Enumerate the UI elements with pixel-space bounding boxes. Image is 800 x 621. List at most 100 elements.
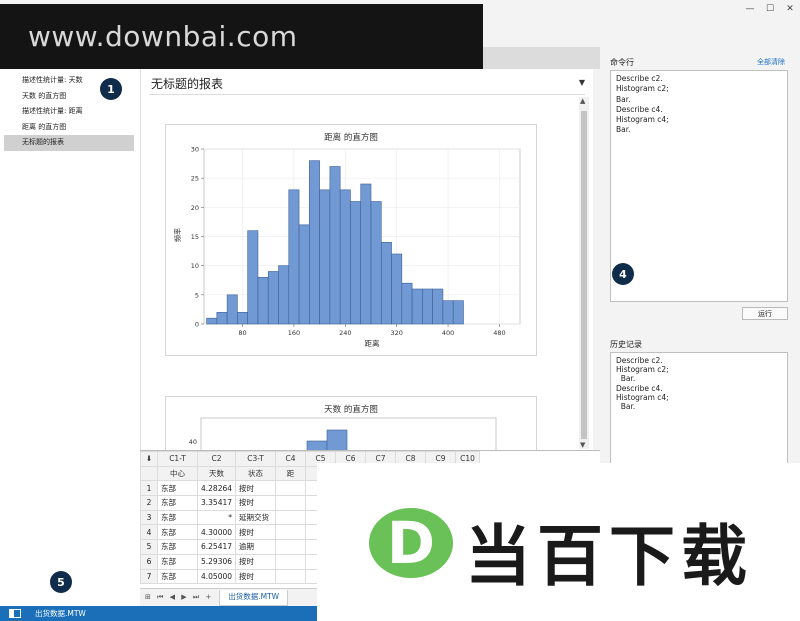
table-cell[interactable] <box>275 553 307 570</box>
table-cell[interactable]: 东部 <box>157 524 198 541</box>
histogram-bar <box>226 294 238 325</box>
output-pane: 无标题的报表 ▼ ▲ ▼ 距离 的直方图 频率 距离 0 5 10 15 20 25 30 8… <box>140 69 593 462</box>
sheet-tab-shipping-data[interactable]: 出货数据.MTW <box>219 589 289 606</box>
nav-item-untitled-report[interactable]: 无标题的报表 <box>4 135 134 151</box>
histogram-bar <box>319 189 331 325</box>
table-cell[interactable]: 按时 <box>235 568 277 585</box>
history-line[interactable]: Describe c4. <box>616 384 782 393</box>
y-tick-label: 25 <box>191 175 199 183</box>
y-tick-label: 40 <box>189 438 197 446</box>
scroll-down-icon[interactable]: ▼ <box>580 441 585 449</box>
history-line[interactable]: Histogram c4; <box>616 393 782 402</box>
app-window: — ☐ ✕ www.downbai.com 描述性统计量: 天数 天数 的直方图… <box>0 0 800 621</box>
x-tick-label: 320 <box>390 329 402 337</box>
table-cell[interactable]: 按时 <box>235 480 277 497</box>
table-cell[interactable]: 3.35417 <box>196 495 237 511</box>
row-number[interactable]: 4 <box>140 524 158 541</box>
table-cell[interactable]: 东部 <box>157 553 198 570</box>
table-cell[interactable] <box>275 509 307 526</box>
row-number[interactable]: 7 <box>140 568 158 585</box>
close-icon[interactable]: ✕ <box>780 0 800 18</box>
table-cell[interactable]: 按时 <box>235 495 277 511</box>
row-number[interactable]: 3 <box>140 509 158 526</box>
command-line-input[interactable]: Describe c2. Histogram c2; Bar. Describe… <box>610 70 788 302</box>
maximize-icon[interactable]: ☐ <box>760 0 780 18</box>
table-cell[interactable] <box>275 524 307 541</box>
column-id-header[interactable]: C1-T <box>157 451 198 467</box>
histogram-bar <box>370 201 382 325</box>
column-name-header[interactable]: 天数 <box>196 465 237 482</box>
row-number[interactable]: 5 <box>140 539 158 555</box>
histogram-bar <box>257 277 269 325</box>
histogram-bar <box>247 230 259 325</box>
table-cell[interactable]: 按时 <box>235 553 277 570</box>
panel-toggle-icon[interactable] <box>9 609 21 618</box>
report-dropdown-icon[interactable]: ▼ <box>579 78 585 87</box>
history-line[interactable]: Histogram c2; <box>616 365 782 374</box>
table-cell[interactable]: * <box>196 509 237 526</box>
window-controls: — ☐ ✕ <box>740 0 800 18</box>
column-id-header[interactable]: C4 <box>275 451 307 467</box>
x-tick-label: 160 <box>288 329 300 337</box>
worksheet-corner-icon[interactable]: ⬇ <box>140 451 158 467</box>
history-line[interactable]: Bar. <box>616 374 782 383</box>
table-cell[interactable]: 东部 <box>157 568 198 585</box>
histogram-bar <box>391 253 403 325</box>
histogram-bar <box>216 312 228 325</box>
scroll-up-icon[interactable]: ▲ <box>580 97 585 105</box>
table-cell[interactable] <box>275 539 307 555</box>
histogram-bar <box>206 317 218 325</box>
histogram-bar <box>350 201 362 325</box>
x-tick-label: 400 <box>442 329 454 337</box>
table-cell[interactable] <box>275 568 307 585</box>
row-number[interactable]: 6 <box>140 553 158 570</box>
row-number[interactable]: 1 <box>140 480 158 497</box>
table-cell[interactable]: 5.29306 <box>196 553 237 570</box>
table-cell[interactable] <box>275 495 307 511</box>
nav-item-describe-distance[interactable]: 描述性统计量: 距离 <box>4 104 134 120</box>
chart-title: 天数 的直方图 <box>324 404 378 415</box>
report-title: 无标题的报表 <box>151 77 224 91</box>
nav-item-hist-distance[interactable]: 距离 的直方图 <box>4 120 134 136</box>
callout-badge-4: 4 <box>612 263 634 285</box>
table-cell[interactable]: 东部 <box>157 495 198 511</box>
table-cell[interactable]: 东部 <box>157 509 198 526</box>
history-line[interactable]: Describe c2. <box>616 356 782 365</box>
tab-navigation-icons[interactable]: ⊞ ⏮ ◀ ▶ ⏭ + <box>145 593 213 602</box>
table-cell[interactable]: 延期交货 <box>235 509 277 526</box>
history-label: 历史记录 <box>610 340 642 349</box>
minimize-icon[interactable]: — <box>740 0 760 18</box>
histogram-bar <box>329 166 341 325</box>
table-cell[interactable]: 逾期 <box>235 539 277 555</box>
x-tick-label: 480 <box>493 329 505 337</box>
x-tick-label: 80 <box>238 329 246 337</box>
run-button[interactable]: 运行 <box>742 307 788 320</box>
scroll-thumb[interactable] <box>581 111 587 439</box>
table-cell[interactable]: 6.25417 <box>196 539 237 555</box>
output-scrollbar[interactable]: ▲ ▼ <box>579 97 589 449</box>
table-cell[interactable]: 4.30000 <box>196 524 237 541</box>
column-name-header[interactable]: 中心 <box>157 465 198 482</box>
histogram-bar <box>339 189 351 325</box>
histogram-bar <box>237 312 248 325</box>
table-cell[interactable]: 4.05000 <box>196 568 237 585</box>
histogram-distance-svg: 距离 的直方图 频率 距离 0 5 10 15 20 25 30 80 160 240 320 400… <box>173 132 521 348</box>
histogram-bar <box>432 288 444 325</box>
y-tick-label: 30 <box>191 146 199 154</box>
history-list[interactable]: Describe c2. Histogram c2; Bar. Describe… <box>610 352 788 470</box>
y-tick-label: 10 <box>191 262 199 270</box>
table-cell[interactable]: 东部 <box>157 539 198 555</box>
table-cell[interactable]: 4.28264 <box>196 480 237 497</box>
column-id-header[interactable]: C3-T <box>235 451 277 467</box>
clear-all-link[interactable]: 全部清除 <box>757 57 785 67</box>
x-tick-label: 240 <box>339 329 351 337</box>
table-cell[interactable] <box>275 480 307 497</box>
history-line[interactable]: Bar. <box>616 402 782 411</box>
column-name-header[interactable]: 状态 <box>235 465 277 482</box>
column-name-header[interactable]: 距 <box>275 465 307 482</box>
row-number[interactable]: 2 <box>140 495 158 511</box>
column-id-header[interactable]: C2 <box>196 451 237 467</box>
histogram-bar <box>326 429 348 461</box>
table-cell[interactable]: 东部 <box>157 480 198 497</box>
table-cell[interactable]: 按时 <box>235 524 277 541</box>
